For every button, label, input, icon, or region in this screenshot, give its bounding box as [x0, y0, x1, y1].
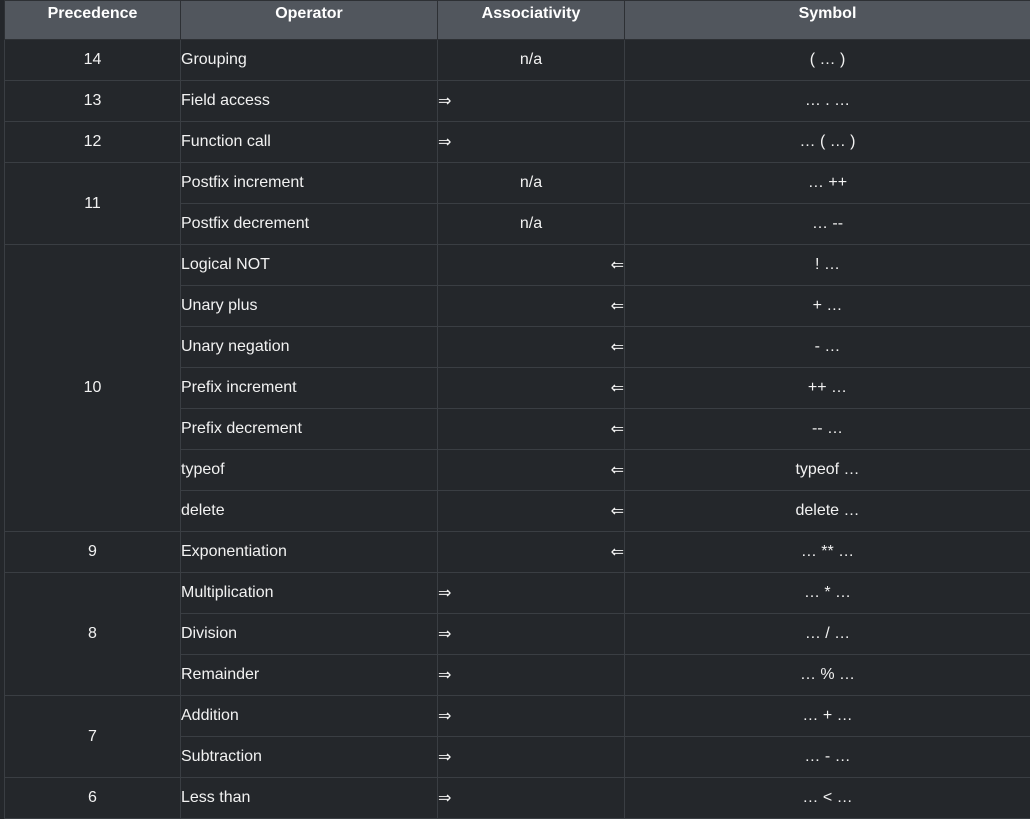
precedence-cell: 9	[5, 532, 181, 573]
operator-cell: Addition	[181, 696, 438, 737]
operator-cell: Postfix decrement	[181, 204, 438, 245]
operator-cell: typeof	[181, 450, 438, 491]
precedence-cell: 11	[5, 163, 181, 245]
left-to-right-icon: ⇒	[438, 122, 625, 163]
operator-cell: Division	[181, 614, 438, 655]
header-associativity: Associativity	[438, 1, 625, 40]
symbol-cell: … - …	[625, 737, 1030, 778]
precedence-cell: 7	[5, 696, 181, 778]
left-to-right-icon: ⇒	[438, 778, 625, 819]
symbol-cell: … . …	[625, 81, 1030, 122]
right-to-left-icon: ⇐	[438, 286, 625, 327]
symbol-cell: -- …	[625, 409, 1030, 450]
table-row: 10Logical NOT⇐! …	[5, 245, 1030, 286]
precedence-cell: 8	[5, 573, 181, 696]
operator-cell: Prefix increment	[181, 368, 438, 409]
symbol-cell: typeof …	[625, 450, 1030, 491]
header-symbol: Symbol	[625, 1, 1030, 40]
operator-cell: Grouping	[181, 40, 438, 81]
right-to-left-icon: ⇐	[438, 532, 625, 573]
right-to-left-icon: ⇐	[438, 245, 625, 286]
precedence-cell: 13	[5, 81, 181, 122]
right-to-left-icon: ⇐	[438, 450, 625, 491]
left-to-right-icon: ⇒	[438, 696, 625, 737]
table-body: 14Groupingn/a( … )13Field access⇒… . …12…	[5, 40, 1030, 819]
precedence-cell: 6	[5, 778, 181, 819]
symbol-cell: - …	[625, 327, 1030, 368]
left-to-right-icon: ⇒	[438, 655, 625, 696]
table-row: 13Field access⇒… . …	[5, 81, 1030, 122]
symbol-cell: … / …	[625, 614, 1030, 655]
precedence-table: Precedence Operator Associativity Symbol…	[4, 0, 1030, 819]
symbol-cell: … < …	[625, 778, 1030, 819]
operator-cell: Postfix increment	[181, 163, 438, 204]
operator-cell: Multiplication	[181, 573, 438, 614]
symbol-cell: … * …	[625, 573, 1030, 614]
table-row: 14Groupingn/a( … )	[5, 40, 1030, 81]
associativity-cell: n/a	[438, 163, 625, 204]
symbol-cell: … ( … )	[625, 122, 1030, 163]
associativity-cell: n/a	[438, 204, 625, 245]
symbol-cell: … % …	[625, 655, 1030, 696]
left-to-right-icon: ⇒	[438, 81, 625, 122]
symbol-cell: … --	[625, 204, 1030, 245]
symbol-cell: … + …	[625, 696, 1030, 737]
table-header: Precedence Operator Associativity Symbol	[5, 1, 1030, 40]
symbol-cell: … ++	[625, 163, 1030, 204]
symbol-cell: ! …	[625, 245, 1030, 286]
precedence-cell: 14	[5, 40, 181, 81]
operator-cell: Function call	[181, 122, 438, 163]
operator-cell: delete	[181, 491, 438, 532]
left-to-right-icon: ⇒	[438, 573, 625, 614]
operator-cell: Subtraction	[181, 737, 438, 778]
symbol-cell: ( … )	[625, 40, 1030, 81]
operator-cell: Unary negation	[181, 327, 438, 368]
table-row: 12Function call⇒… ( … )	[5, 122, 1030, 163]
precedence-cell: 10	[5, 245, 181, 532]
table-row: 9Exponentiation⇐… ** …	[5, 532, 1030, 573]
header-row: Precedence Operator Associativity Symbol	[5, 1, 1030, 40]
operator-cell: Less than	[181, 778, 438, 819]
header-operator: Operator	[181, 1, 438, 40]
table-row: 8Multiplication⇒… * …	[5, 573, 1030, 614]
associativity-cell: n/a	[438, 40, 625, 81]
symbol-cell: delete …	[625, 491, 1030, 532]
operator-cell: Exponentiation	[181, 532, 438, 573]
symbol-cell: + …	[625, 286, 1030, 327]
operator-cell: Logical NOT	[181, 245, 438, 286]
table-row: 11Postfix incrementn/a… ++	[5, 163, 1030, 204]
right-to-left-icon: ⇐	[438, 327, 625, 368]
operator-cell: Remainder	[181, 655, 438, 696]
right-to-left-icon: ⇐	[438, 491, 625, 532]
right-to-left-icon: ⇐	[438, 409, 625, 450]
table-row: 7Addition⇒… + …	[5, 696, 1030, 737]
operator-cell: Prefix decrement	[181, 409, 438, 450]
precedence-cell: 12	[5, 122, 181, 163]
symbol-cell: … ** …	[625, 532, 1030, 573]
operator-cell: Unary plus	[181, 286, 438, 327]
operator-cell: Field access	[181, 81, 438, 122]
right-to-left-icon: ⇐	[438, 368, 625, 409]
left-to-right-icon: ⇒	[438, 737, 625, 778]
symbol-cell: ++ …	[625, 368, 1030, 409]
left-to-right-icon: ⇒	[438, 614, 625, 655]
table-row: 6Less than⇒… < …	[5, 778, 1030, 819]
header-precedence: Precedence	[5, 1, 181, 40]
